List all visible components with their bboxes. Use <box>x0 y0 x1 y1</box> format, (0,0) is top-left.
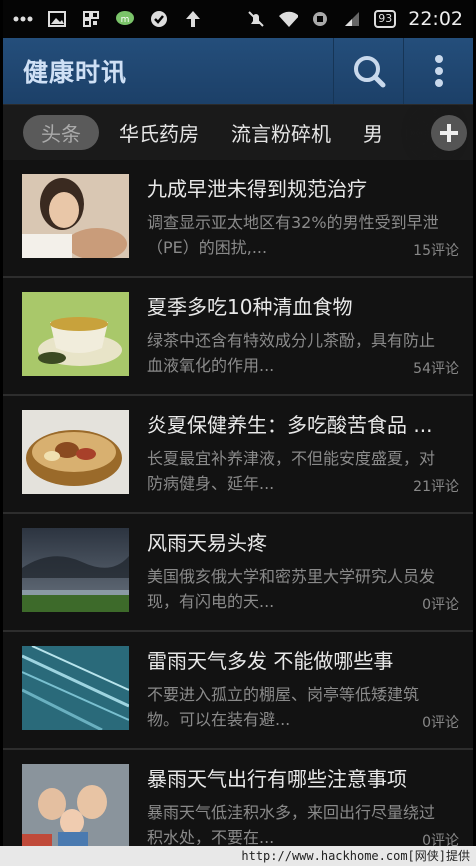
image-icon <box>47 9 67 29</box>
clock: 22:02 <box>408 8 463 30</box>
news-summary: 调查显示亚太地区有32%的男性受到早泄（PE）的困扰,... <box>147 213 439 257</box>
sim-icon <box>310 9 330 29</box>
tab-pharmacy[interactable]: 华氏药房 <box>119 118 199 147</box>
app-screen: m 93 22:02 健康时讯 头条 华氏药房 流言粉碎机 男 九成早泄未得到规… <box>3 0 473 846</box>
qr-icon <box>81 9 101 29</box>
news-item[interactable]: 风雨天易头疼 美国俄亥俄大学和密苏里大学研究人员发现，有闪电的天... 0评论 <box>3 514 473 632</box>
news-item[interactable]: 九成早泄未得到规范治疗 调查显示亚太地区有32%的男性受到早泄（PE）的困扰,.… <box>3 160 473 278</box>
news-summary: 长夏最宜补养津液，不但能安度盛夏，对防病健身、延年... <box>147 449 436 493</box>
news-item[interactable]: 暴雨天气出行有哪些注意事项 暴雨天气低洼积水多，来回出行尽量绕过积水处，不要在.… <box>3 750 473 846</box>
tab-rumor-buster[interactable]: 流言粉碎机 <box>231 118 331 147</box>
news-thumbnail <box>22 410 129 494</box>
search-button[interactable] <box>333 38 403 104</box>
more-vert-icon <box>434 55 443 87</box>
news-thumbnail <box>22 528 129 612</box>
status-bar: m 93 22:02 <box>3 0 473 38</box>
news-thumbnail <box>22 764 129 846</box>
news-item[interactable]: 夏季多吃10种清血食物 绿茶中还含有特效成分儿茶酚，具有防止血液氧化的作用...… <box>3 278 473 396</box>
news-title: 九成早泄未得到规范治疗 <box>147 177 367 201</box>
news-item[interactable]: 炎夏保健养生：多吃酸苦食品 ... 长夏最宜补养津液，不但能安度盛夏，对防病健身… <box>3 396 473 514</box>
news-thumbnail <box>22 292 129 376</box>
news-summary: 暴雨天气低洼积水多，来回出行尽量绕过积水处，不要在... <box>147 803 436 846</box>
news-summary: 绿茶中还含有特效成分儿茶酚，具有防止血液氧化的作用... <box>147 331 436 375</box>
news-title: 暴雨天气出行有哪些注意事项 <box>147 767 407 791</box>
overflow-menu-button[interactable] <box>403 38 473 104</box>
wifi-icon <box>278 9 299 29</box>
signal-icon <box>342 9 362 29</box>
category-tabs: 头条 华氏药房 流言粉碎机 男 <box>3 104 473 160</box>
check-circle-icon <box>149 9 169 29</box>
app-header: 健康时讯 <box>3 38 473 104</box>
app-title: 健康时讯 <box>23 58 128 87</box>
news-title: 雷雨天气多发 不能做哪些事 <box>147 649 394 673</box>
news-title: 风雨天易头疼 <box>147 531 267 555</box>
news-item[interactable]: 雷雨天气多发 不能做哪些事 不要进入孤立的棚屋、岗亭等低矮建筑物。可以在装有避.… <box>3 632 473 750</box>
news-thumbnail <box>22 646 129 730</box>
news-summary: 不要进入孤立的棚屋、岗亭等低矮建筑物。可以在装有避... <box>147 685 420 729</box>
comment-count: 54评论 <box>413 361 459 377</box>
comment-count: 0评论 <box>422 715 459 731</box>
add-tab-button[interactable] <box>431 115 467 151</box>
search-icon <box>353 56 385 88</box>
upload-arrow-icon <box>183 9 203 29</box>
news-list: 九成早泄未得到规范治疗 调查显示亚太地区有32%的男性受到早泄（PE）的困扰,.… <box>3 160 473 846</box>
tab-men[interactable]: 男 <box>363 118 383 147</box>
battery-indicator: 93 <box>374 10 397 28</box>
news-title: 炎夏保健养生：多吃酸苦食品 ... <box>147 413 433 437</box>
plus-icon <box>440 124 458 142</box>
more-dots-icon <box>13 9 33 29</box>
svg-text:m: m <box>121 15 130 25</box>
comment-count: 15评论 <box>413 243 459 259</box>
comment-count: 0评论 <box>422 833 459 846</box>
mute-icon <box>246 9 266 29</box>
watermark-footer: http://www.hackhome.com[网侠]提供 <box>0 846 476 866</box>
news-summary: 美国俄亥俄大学和密苏里大学研究人员发现，有闪电的天... <box>147 567 436 611</box>
tab-headlines[interactable]: 头条 <box>23 115 99 150</box>
comment-count: 21评论 <box>413 479 459 495</box>
wechat-icon: m <box>115 9 135 29</box>
news-thumbnail <box>22 174 129 258</box>
comment-count: 0评论 <box>422 597 459 613</box>
news-title: 夏季多吃10种清血食物 <box>147 295 353 319</box>
